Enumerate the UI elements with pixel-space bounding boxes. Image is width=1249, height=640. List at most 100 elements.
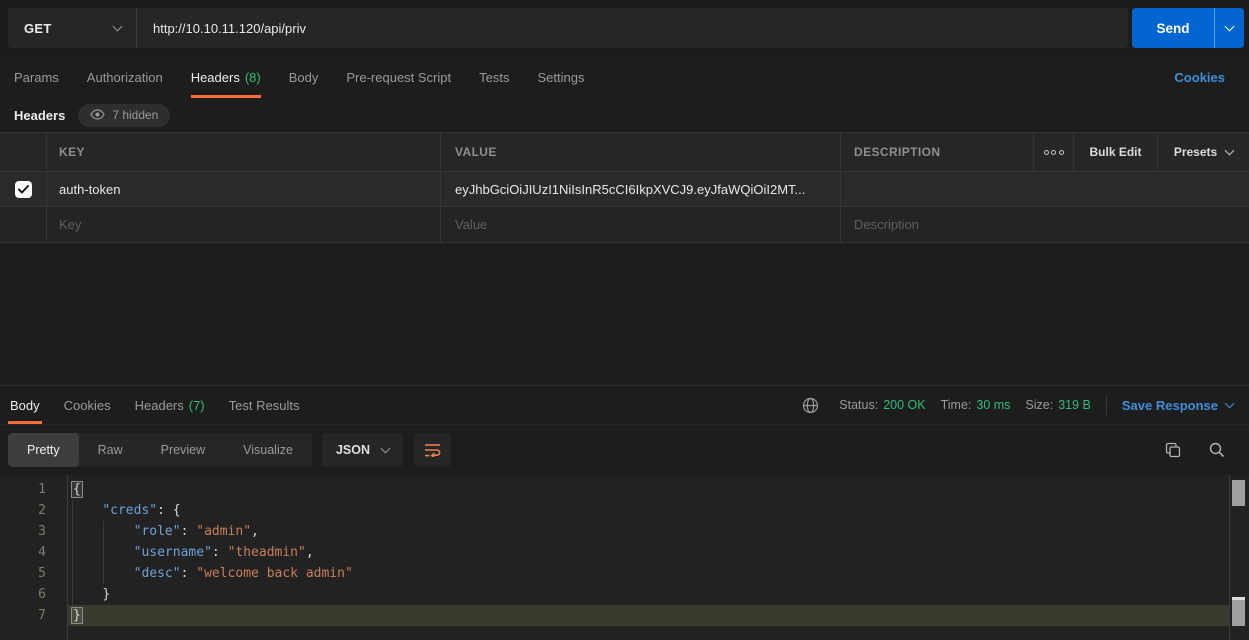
new-value-input[interactable]: Value	[455, 217, 487, 232]
line-number: 1	[0, 479, 67, 500]
response-tab-headers[interactable]: Headers (7)	[133, 386, 207, 424]
bulk-edit-button[interactable]: Bulk Edit	[1089, 145, 1141, 159]
select-all-cell	[0, 133, 46, 171]
send-label: Send	[1132, 8, 1214, 48]
response-toolbar: Pretty Raw Preview Visualize JSON	[0, 425, 1249, 475]
view-mode-preview[interactable]: Preview	[142, 433, 224, 467]
chevron-down-icon	[113, 22, 123, 32]
eye-icon	[90, 109, 105, 120]
status-indicator: Status: 200 OK	[839, 398, 925, 412]
response-tabs: Body Cookies Headers (7) Test Results St…	[0, 386, 1249, 425]
line-number: 6	[0, 584, 67, 605]
chevron-down-icon	[1225, 22, 1235, 32]
line-number: 2	[0, 500, 67, 521]
send-button[interactable]: Send	[1132, 8, 1244, 48]
tab-pre-request-script[interactable]: Pre-request Script	[346, 56, 451, 98]
response-tab-body[interactable]: Body	[8, 386, 42, 424]
tab-params[interactable]: Params	[14, 56, 59, 98]
status-value: 200 OK	[883, 398, 925, 412]
tab-body[interactable]: Body	[289, 56, 319, 98]
method-select[interactable]: GET	[8, 8, 137, 48]
save-response-button[interactable]: Save Response	[1122, 398, 1233, 413]
indent-guide	[103, 521, 104, 584]
method-label: GET	[24, 21, 52, 36]
search-response-button[interactable]	[1209, 442, 1225, 458]
line-number: 7	[0, 605, 67, 626]
headers-table: KEY VALUE DESCRIPTION Bulk Edit Presets …	[0, 132, 1249, 243]
scrollbar-thumb[interactable]	[1232, 597, 1245, 626]
request-url-bar: GET http://10.10.11.120/api/priv Send	[0, 0, 1249, 56]
code-line: {	[68, 479, 1229, 500]
view-mode-visualize[interactable]: Visualize	[224, 433, 312, 467]
url-value: http://10.10.11.120/api/priv	[153, 21, 306, 36]
copy-response-button[interactable]	[1165, 442, 1181, 458]
cookies-link[interactable]: Cookies	[1174, 56, 1225, 98]
response-pane: Body Cookies Headers (7) Test Results St…	[0, 385, 1249, 640]
request-tabs: Params Authorization Headers (8) Body Pr…	[0, 56, 1249, 98]
chevron-down-icon	[381, 444, 391, 454]
new-header-row: Key Value Description	[0, 207, 1249, 243]
view-mode-pretty[interactable]: Pretty	[8, 433, 79, 467]
chevron-down-icon	[1225, 146, 1235, 156]
response-tab-test-results[interactable]: Test Results	[227, 386, 302, 424]
new-key-input[interactable]: Key	[59, 217, 81, 232]
new-description-input[interactable]: Description	[854, 217, 919, 232]
headers-count-badge: (8)	[245, 70, 261, 85]
code-column: { "creds": { "role": "admin", "username"…	[68, 475, 1229, 640]
row-checkbox-checked[interactable]	[15, 181, 32, 198]
presets-dropdown[interactable]: Presets	[1174, 145, 1233, 159]
time-indicator: Time: 30 ms	[941, 398, 1011, 412]
header-value-input[interactable]: eyJhbGciOiJIUzI1NiIsInR5cCI6IkpXVCJ9.eyJ…	[455, 182, 805, 197]
format-dropdown[interactable]: JSON	[322, 433, 403, 467]
column-header-description: DESCRIPTION	[854, 145, 940, 159]
response-tab-cookies[interactable]: Cookies	[62, 386, 113, 424]
hidden-headers-toggle[interactable]: 7 hidden	[78, 104, 170, 127]
code-line: "desc": "welcome back admin"	[68, 563, 1229, 584]
code-line: "username": "theadmin",	[68, 542, 1229, 563]
headers-section-header: Headers 7 hidden	[0, 98, 1249, 132]
line-number: 4	[0, 542, 67, 563]
line-number-gutter: 1234567	[0, 475, 68, 640]
copy-icon	[1165, 442, 1181, 458]
time-value: 30 ms	[976, 398, 1010, 412]
request-bar: GET http://10.10.11.120/api/priv	[8, 8, 1128, 48]
scrollbar-thumb[interactable]	[1232, 480, 1245, 506]
view-mode-switcher: Pretty Raw Preview Visualize	[8, 433, 312, 467]
checkmark-icon	[18, 185, 29, 194]
code-line: "role": "admin",	[68, 521, 1229, 542]
scrollbar-track	[1229, 475, 1230, 640]
size-value: 319 B	[1058, 398, 1091, 412]
tab-authorization[interactable]: Authorization	[87, 56, 163, 98]
size-indicator: Size: 319 B	[1025, 398, 1090, 412]
indent-guide	[72, 500, 73, 605]
response-meta: Status: 200 OK Time: 30 ms Size: 319 B S…	[802, 386, 1233, 424]
code-line: "creds": {	[68, 500, 1229, 521]
divider	[1106, 395, 1107, 415]
send-options-button[interactable]	[1215, 8, 1244, 48]
wrap-lines-button[interactable]	[414, 433, 451, 467]
column-header-value: VALUE	[455, 145, 497, 159]
format-label: JSON	[336, 443, 370, 457]
line-number: 3	[0, 521, 67, 542]
code-line: }	[68, 605, 1229, 626]
table-header-row: KEY VALUE DESCRIPTION Bulk Edit Presets	[0, 133, 1249, 172]
header-key-input[interactable]: auth-token	[59, 182, 120, 197]
more-options-icon[interactable]	[1044, 150, 1064, 155]
response-actions	[1165, 442, 1225, 458]
chevron-down-icon	[1225, 399, 1235, 409]
header-row-auth-token: auth-token eyJhbGciOiJIUzI1NiIsInR5cCI6I…	[0, 172, 1249, 207]
globe-icon	[802, 397, 819, 414]
headers-title: Headers	[14, 108, 65, 123]
view-mode-raw[interactable]: Raw	[79, 433, 142, 467]
search-icon	[1209, 442, 1225, 458]
response-body-viewer[interactable]: 1234567 { "creds": { "role": "admin", "u…	[0, 475, 1249, 640]
tab-settings[interactable]: Settings	[537, 56, 584, 98]
request-pane-empty-space	[0, 243, 1249, 385]
response-headers-count-badge: (7)	[189, 398, 205, 413]
url-input[interactable]: http://10.10.11.120/api/priv	[137, 8, 1128, 48]
column-header-key: KEY	[59, 145, 85, 159]
tab-tests[interactable]: Tests	[479, 56, 509, 98]
code-line: }	[68, 584, 1229, 605]
line-number: 5	[0, 563, 67, 584]
tab-headers[interactable]: Headers (8)	[191, 56, 261, 98]
